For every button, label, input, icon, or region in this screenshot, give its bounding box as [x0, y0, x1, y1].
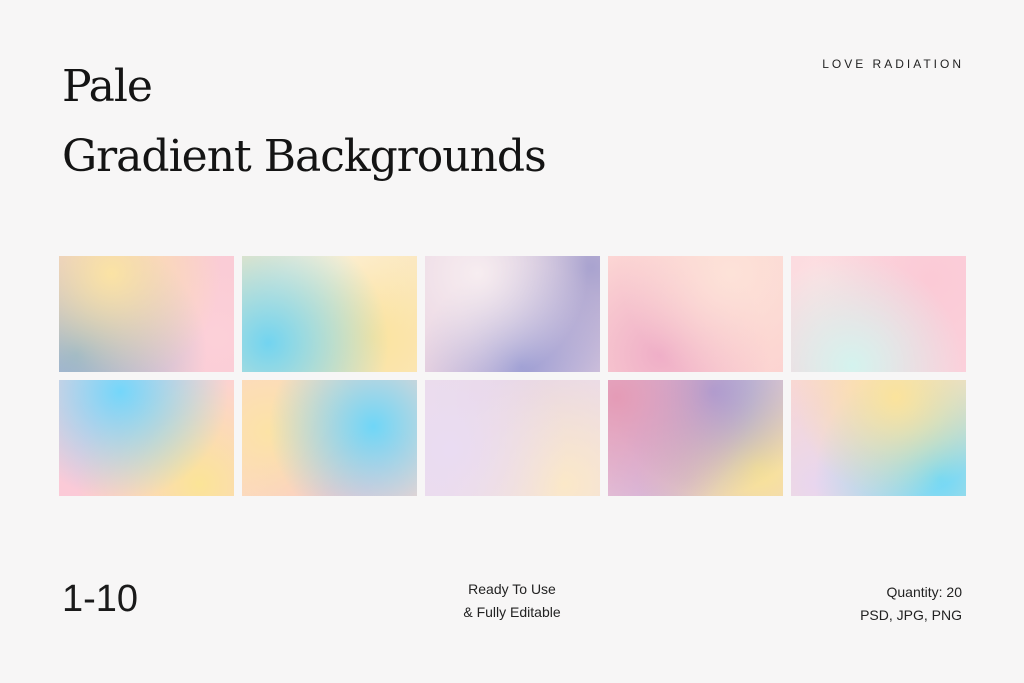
feature-line-2: & Fully Editable — [463, 604, 561, 620]
gradient-tile-10[interactable] — [791, 380, 966, 496]
gradient-tile-8[interactable] — [425, 380, 600, 496]
feature-line-1: Ready To Use — [468, 581, 556, 597]
gradient-tile-6[interactable] — [59, 380, 234, 496]
gradient-preview-grid — [59, 256, 966, 496]
gradient-tile-4[interactable] — [608, 256, 783, 372]
gradient-tile-2[interactable] — [242, 256, 417, 372]
product-info: Quantity: 20 PSD, JPG, PNG — [860, 581, 962, 627]
gradient-tile-3[interactable] — [425, 256, 600, 372]
gradient-tile-1[interactable] — [59, 256, 234, 372]
title-line-1: Pale — [62, 61, 153, 112]
brand-name: LOVE RADIATION — [822, 57, 964, 71]
title-line-2: Gradient Backgrounds — [62, 131, 547, 182]
formats-text: PSD, JPG, PNG — [860, 607, 962, 623]
gradient-tile-9[interactable] — [608, 380, 783, 496]
range-label: 1-10 — [62, 578, 139, 620]
quantity-text: Quantity: 20 — [886, 584, 963, 600]
page-title: Pale Gradient Backgrounds — [62, 52, 547, 192]
gradient-tile-5[interactable] — [791, 256, 966, 372]
feature-text: Ready To Use & Fully Editable — [412, 578, 612, 624]
gradient-tile-7[interactable] — [242, 380, 417, 496]
